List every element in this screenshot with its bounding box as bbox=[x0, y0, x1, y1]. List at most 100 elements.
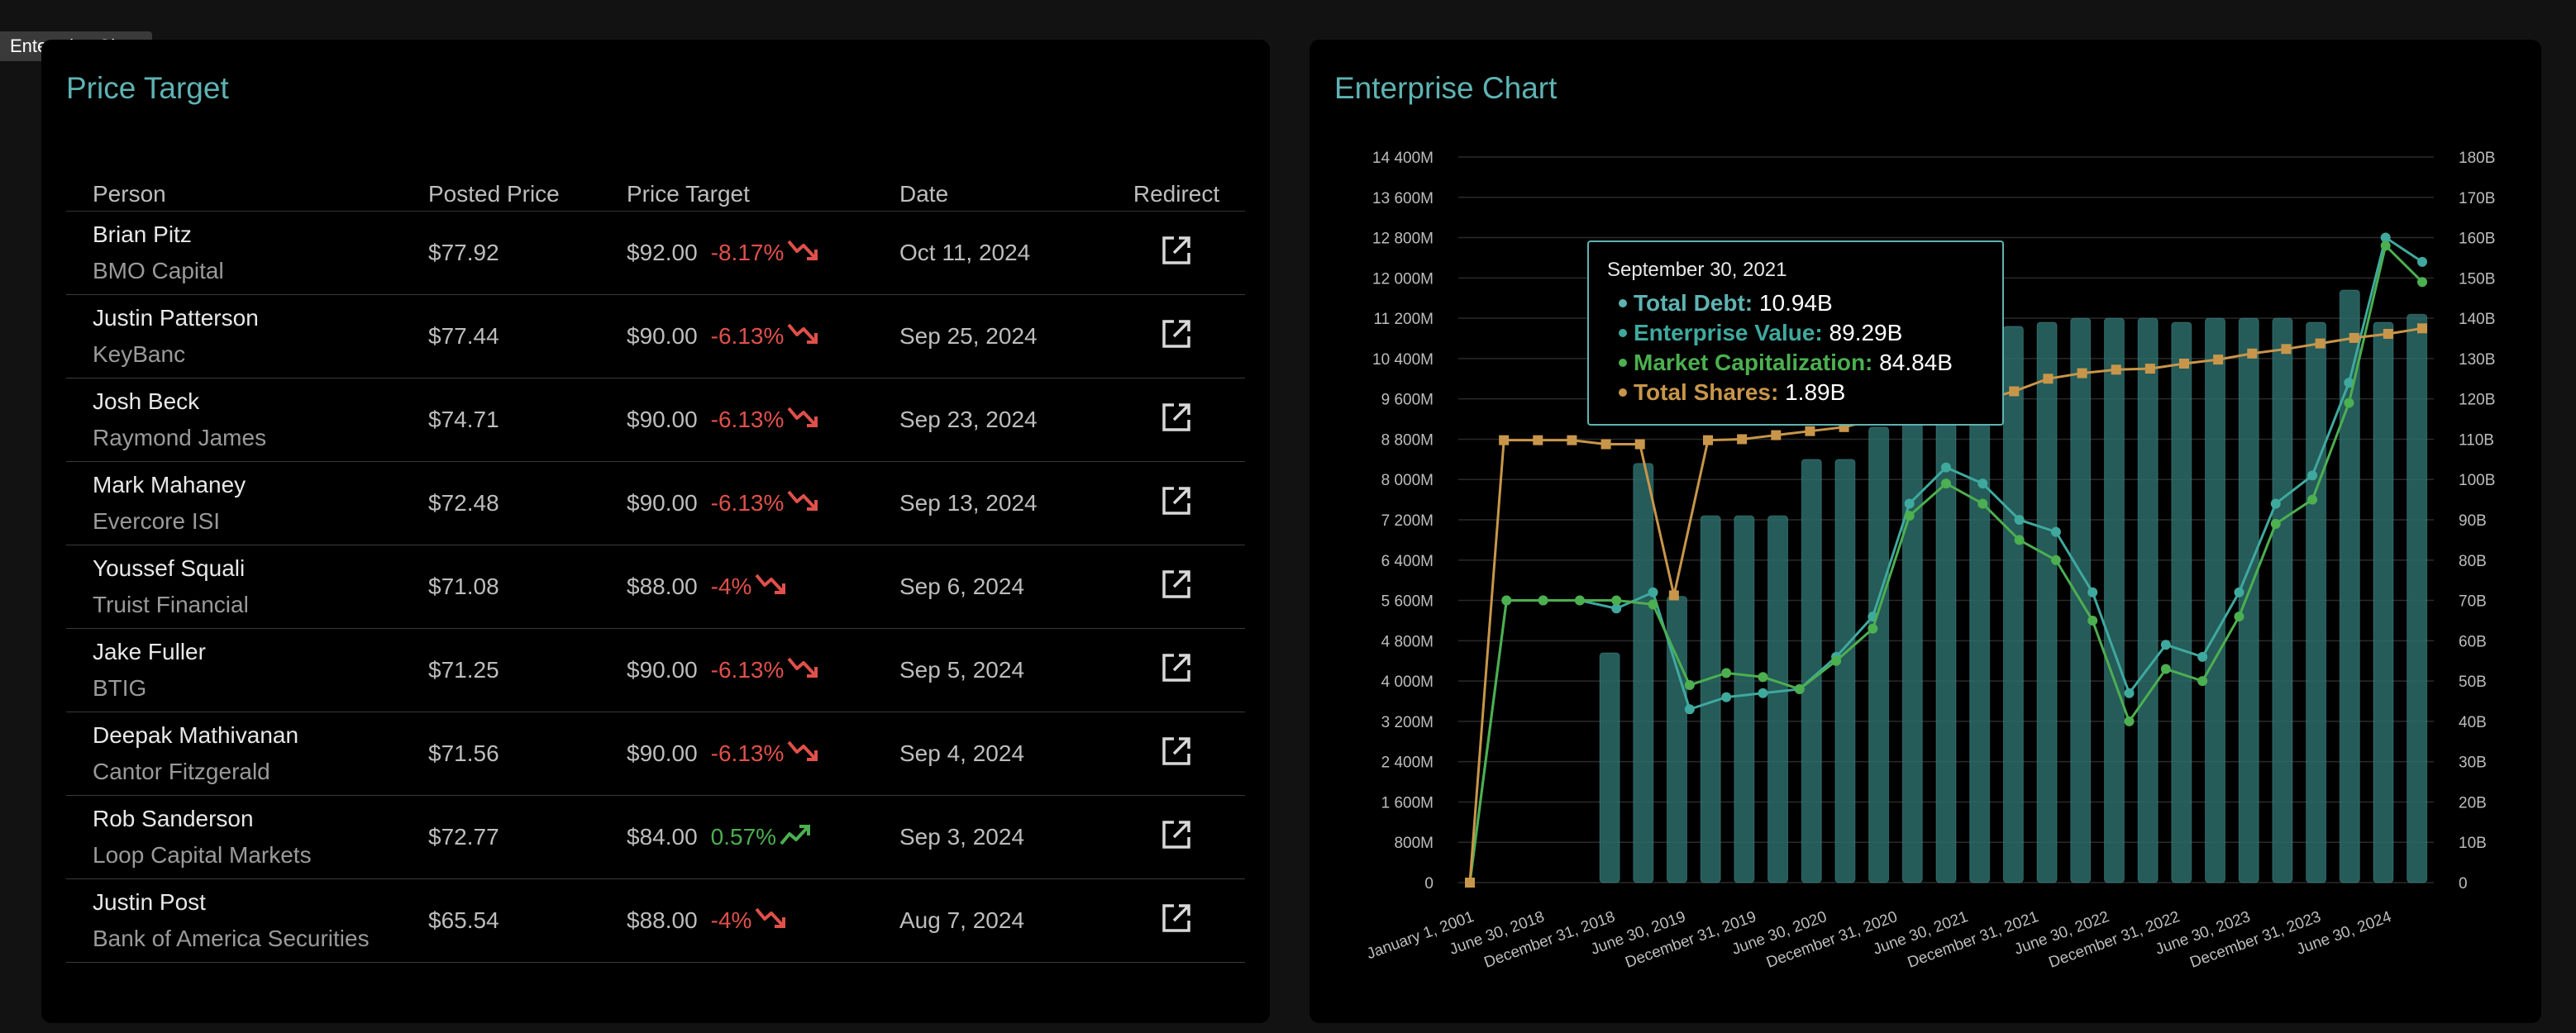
data-point bbox=[2050, 555, 2061, 565]
bar bbox=[2036, 321, 2058, 883]
y-left-tick-label: 4 000M bbox=[1381, 674, 1433, 691]
analyst-name: Justin Patterson bbox=[93, 305, 259, 331]
target-value: $90.00 bbox=[627, 657, 698, 683]
data-point bbox=[1567, 435, 1577, 445]
col-person: Person bbox=[93, 181, 166, 207]
external-link-icon bbox=[1160, 234, 1193, 273]
target-date: Sep 3, 2024 bbox=[899, 824, 1025, 850]
analyst-name: Justin Post bbox=[93, 889, 206, 915]
chart-tooltip: September 30, 2021 Total Debt: 10.94B Ent… bbox=[1587, 240, 2004, 426]
data-point bbox=[2307, 494, 2318, 505]
y-left-tick-label: 0 bbox=[1424, 875, 1433, 893]
tooltip-line: Total Shares: 1.89B bbox=[1607, 378, 1984, 407]
data-point bbox=[1758, 672, 1768, 683]
person-cell: Justin Patterson KeyBanc bbox=[66, 302, 428, 371]
y-right-tick-label: 70B bbox=[2459, 593, 2487, 611]
tooltip-date: September 30, 2021 bbox=[1607, 259, 1787, 281]
posted-price: $71.25 bbox=[428, 657, 499, 683]
bar bbox=[1633, 463, 1654, 883]
tooltip-value: 89.29B bbox=[1829, 320, 1903, 345]
data-point bbox=[1868, 623, 1878, 634]
target-change: -4% bbox=[710, 907, 752, 933]
trending-up-icon bbox=[776, 822, 813, 853]
posted-price: $77.44 bbox=[428, 323, 499, 349]
data-point bbox=[1684, 679, 1695, 690]
redirect-button[interactable] bbox=[1108, 317, 1245, 356]
person-cell: Brian Pitz BMO Capital bbox=[66, 218, 428, 288]
col-posted-price: Posted Price bbox=[428, 181, 560, 207]
target-value: $90.00 bbox=[627, 740, 698, 766]
data-point bbox=[2144, 364, 2155, 374]
data-point bbox=[1501, 595, 1512, 606]
analyst-firm: KeyBanc bbox=[93, 341, 186, 367]
analyst-name: Rob Sanderson bbox=[93, 806, 254, 831]
data-point bbox=[2197, 651, 2208, 662]
data-point bbox=[2417, 277, 2427, 288]
redirect-button[interactable] bbox=[1108, 234, 1245, 273]
external-link-icon bbox=[1160, 818, 1193, 857]
target-date: Sep 6, 2024 bbox=[899, 574, 1025, 599]
data-point bbox=[2315, 338, 2326, 349]
redirect-button[interactable] bbox=[1108, 401, 1245, 440]
analyst-firm: Raymond James bbox=[93, 425, 267, 450]
external-link-icon bbox=[1160, 401, 1193, 440]
y-right-tick-label: 50B bbox=[2459, 674, 2487, 691]
person-cell: Mark Mahaney Evercore ISI bbox=[66, 469, 428, 538]
data-point bbox=[1771, 430, 1782, 440]
y-left-tick-label: 10 400M bbox=[1372, 351, 1433, 369]
data-point bbox=[2087, 615, 2098, 626]
table-row: Justin Post Bank of America Securities $65… bbox=[66, 879, 1245, 963]
target-change: -6.13% bbox=[710, 740, 785, 766]
y-right-tick-label: 150B bbox=[2459, 270, 2495, 288]
price-target-cell: $90.00 -6.13% bbox=[627, 739, 899, 769]
person-cell: Deepak Mathivanan Cantor Fitzgerald bbox=[66, 719, 428, 788]
redirect-button[interactable] bbox=[1108, 568, 1245, 607]
bar bbox=[2205, 317, 2226, 883]
y-left-tick-label: 1 600M bbox=[1381, 794, 1433, 812]
redirect-button[interactable] bbox=[1108, 484, 1245, 523]
data-point bbox=[1794, 683, 1805, 694]
data-point bbox=[1634, 439, 1645, 450]
posted-price: $65.54 bbox=[428, 907, 499, 933]
redirect-button[interactable] bbox=[1108, 902, 1245, 940]
redirect-button[interactable] bbox=[1108, 735, 1245, 774]
bar bbox=[1868, 426, 1890, 883]
data-point bbox=[1721, 692, 1732, 702]
target-change: -6.13% bbox=[710, 490, 785, 516]
y-right-tick-label: 110B bbox=[2459, 431, 2494, 449]
y-left-tick-label: 13 600M bbox=[1372, 190, 1433, 207]
data-point bbox=[1684, 704, 1695, 715]
external-link-icon bbox=[1160, 651, 1193, 690]
external-link-icon bbox=[1160, 568, 1193, 607]
data-point bbox=[1941, 478, 1951, 489]
enterprise-chart[interactable]: 0 0 800M 10B 1 600M 20B 2 400M 30B 3 200M 40B 4 00… bbox=[1309, 40, 2541, 1023]
series-dot bbox=[1619, 298, 1627, 307]
target-change: -6.13% bbox=[710, 407, 785, 432]
data-point bbox=[1737, 434, 1748, 445]
redirect-button[interactable] bbox=[1108, 818, 1245, 857]
data-point bbox=[2124, 688, 2135, 698]
data-point bbox=[1805, 426, 1815, 436]
y-right-tick-label: 10B bbox=[2459, 835, 2487, 852]
price-target-title: Price Target bbox=[66, 71, 229, 105]
target-value: $90.00 bbox=[627, 490, 698, 516]
series-dot bbox=[1619, 388, 1627, 397]
tooltip-value: 84.84B bbox=[1879, 350, 1953, 375]
y-right-tick-label: 0 bbox=[2459, 875, 2468, 893]
target-value: $92.00 bbox=[627, 240, 698, 265]
target-date: Sep 13, 2024 bbox=[899, 490, 1038, 516]
data-point bbox=[1465, 878, 1475, 888]
bar bbox=[2407, 313, 2428, 883]
target-change: 0.57% bbox=[710, 824, 777, 850]
bar bbox=[2373, 321, 2394, 883]
table-row: Deepak Mathivanan Cantor Fitzgerald $71.56… bbox=[66, 712, 1245, 796]
table-header: Person Posted Price Price Target Date Re… bbox=[66, 137, 1245, 212]
trending-down-icon bbox=[784, 405, 820, 436]
redirect-button[interactable] bbox=[1108, 651, 1245, 690]
y-left-tick-label: 8 800M bbox=[1381, 431, 1433, 449]
y-left-tick-label: 6 400M bbox=[1381, 553, 1433, 570]
analyst-name: Deepak Mathivanan bbox=[93, 722, 299, 748]
data-point bbox=[2197, 676, 2208, 687]
bar bbox=[2137, 317, 2159, 883]
data-point bbox=[2179, 358, 2189, 369]
